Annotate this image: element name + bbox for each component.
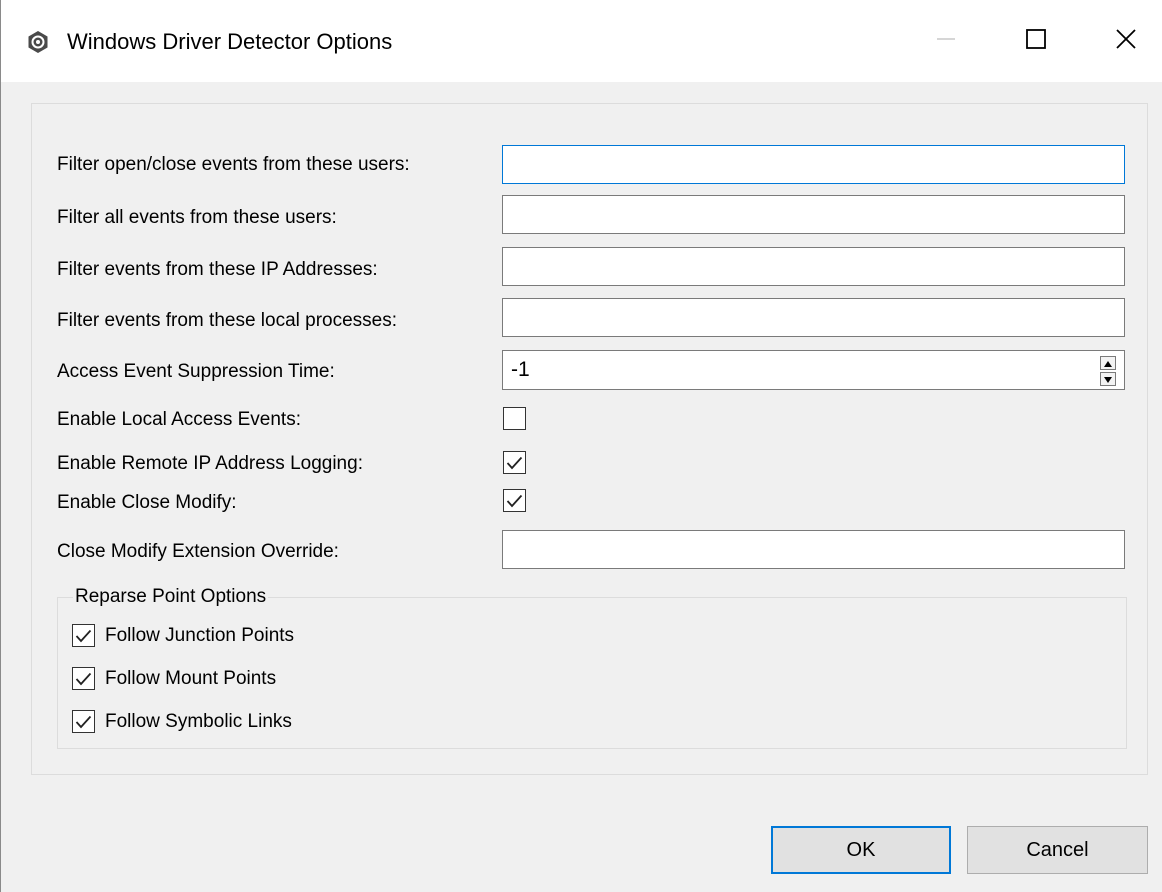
checkmark-icon [506,456,523,470]
enable-remote-ip-logging-label: Enable Remote IP Address Logging: [57,453,363,474]
filter-all-users-input[interactable] [502,195,1125,234]
follow-symbolic-links-label[interactable]: Follow Symbolic Links [105,710,292,734]
filter-local-processes-label: Filter events from these local processes… [57,310,398,331]
close-modify-override-label: Close Modify Extension Override: [57,541,339,562]
follow-mount-points-checkbox[interactable] [72,667,95,690]
checkmark-icon [75,629,92,643]
enable-local-access-checkbox[interactable] [503,407,526,430]
cancel-button[interactable]: Cancel [967,826,1148,874]
options-dialog: Windows Driver Detector Options Filter o… [0,0,1162,892]
filter-all-users-label: Filter all events from these users: [57,207,337,228]
suppression-time-spinner[interactable]: -1 [502,350,1125,390]
spin-up-button[interactable] [1100,356,1116,370]
follow-mount-points-label[interactable]: Follow Mount Points [105,667,276,691]
enable-remote-ip-logging-checkbox[interactable] [503,451,526,474]
title-bar: Windows Driver Detector Options [1,0,1162,82]
arrow-down-icon [1104,370,1112,388]
filter-open-close-users-label: Filter open/close events from these user… [57,154,410,175]
spin-down-button[interactable] [1100,372,1116,386]
maximize-button[interactable] [1006,14,1066,68]
reparse-options-title: Reparse Point Options [73,585,269,609]
window-title: Windows Driver Detector Options [67,29,393,54]
checkmark-icon [506,494,523,508]
close-icon [1115,28,1137,55]
ok-button[interactable]: OK [771,826,951,874]
filter-ip-addresses-label: Filter events from these IP Addresses: [57,259,378,280]
filter-open-close-users-input[interactable] [502,145,1125,184]
maximize-icon [1025,28,1047,55]
filter-local-processes-input[interactable] [502,298,1125,337]
filter-ip-addresses-input[interactable] [502,247,1125,286]
enable-close-modify-checkbox[interactable] [503,489,526,512]
checkmark-icon [75,715,92,729]
suppression-time-value[interactable]: -1 [511,358,530,382]
minimize-icon [935,28,957,55]
follow-junction-points-checkbox[interactable] [72,624,95,647]
enable-local-access-label: Enable Local Access Events: [57,409,301,430]
minimize-button[interactable] [916,14,976,68]
suppression-time-label: Access Event Suppression Time: [57,361,335,382]
checkmark-icon [75,672,92,686]
follow-junction-points-label[interactable]: Follow Junction Points [105,624,294,648]
close-button[interactable] [1096,14,1156,68]
close-modify-override-input[interactable] [502,530,1125,569]
follow-symbolic-links-checkbox[interactable] [72,710,95,733]
enable-close-modify-label: Enable Close Modify: [57,492,237,513]
gear-logo-icon [26,30,50,54]
